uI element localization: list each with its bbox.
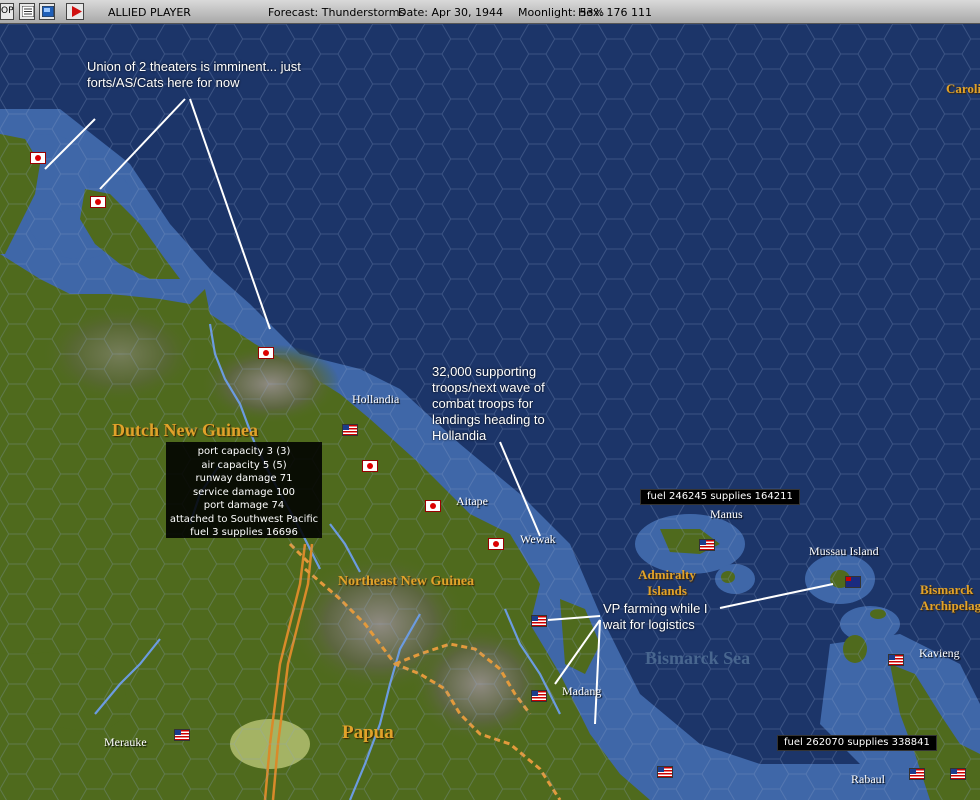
japanese-unit-flag-icon[interactable]	[488, 538, 504, 550]
top-toolbar: OP ALLIED PLAYER Forecast: Thunderstorms…	[0, 0, 980, 24]
place-label-manus[interactable]: Manus	[710, 507, 743, 522]
place-label-mussau-island[interactable]: Mussau Island	[809, 544, 879, 559]
tooltip-line: air capacity 5 (5)	[201, 459, 287, 471]
japanese-unit-flag-icon[interactable]	[362, 460, 378, 472]
allied-unit-flag-icon[interactable]	[699, 539, 715, 551]
place-label-aitape[interactable]: Aitape	[456, 494, 488, 509]
allied-unit-flag-icon[interactable]	[531, 615, 547, 627]
rabaul-supply-info: fuel 262070 supplies 338841	[777, 735, 937, 751]
allied-unit-flag-icon[interactable]	[174, 729, 190, 741]
tooltip-line: fuel 3 supplies 16696	[190, 527, 298, 538]
place-label-hollandia[interactable]: Hollandia	[352, 392, 399, 407]
list-view-icon[interactable]	[19, 3, 35, 20]
allied-unit-flag-icon[interactable]	[657, 766, 673, 778]
japanese-unit-flag-icon[interactable]	[90, 196, 106, 208]
game-window: OP ALLIED PLAYER Forecast: Thunderstorms…	[0, 0, 980, 800]
region-label-admiralty-islands: Admiralty Islands	[638, 567, 696, 598]
strategic-map[interactable]: Union of 2 theaters is imminent... just …	[0, 24, 980, 800]
allied-unit-flag-icon[interactable]	[888, 654, 904, 666]
allied-unit-flag-icon[interactable]	[342, 424, 358, 436]
tooltip-line: service damage 100	[192, 486, 296, 498]
manus-supply-info: fuel 246245 supplies 164211	[640, 489, 800, 505]
region-label-bismarck-archipelago: Bismarck Archipelago	[920, 582, 980, 613]
place-label-rabaul[interactable]: Rabaul	[851, 772, 885, 787]
australian-unit-flag-icon[interactable]	[845, 576, 861, 588]
end-turn-play-icon[interactable]	[66, 3, 84, 20]
tooltip-line: attached to Southwest Pacific	[169, 513, 319, 525]
tooltip-line: runway damage 71	[195, 473, 293, 484]
region-label-caroline: Caroline	[946, 81, 980, 96]
japanese-unit-flag-icon[interactable]	[425, 500, 441, 512]
tooltip-line: port capacity 3 (3)	[197, 446, 291, 457]
allied-unit-flag-icon[interactable]	[909, 768, 925, 780]
union-annotation: Union of 2 theaters is imminent... just …	[87, 59, 301, 90]
allied-unit-flag-icon[interactable]	[950, 768, 966, 780]
support-troops-annotation: 32,000 supporting troops/next wave of co…	[432, 364, 545, 443]
region-label-papua: Papua	[342, 722, 394, 743]
place-label-kavieng[interactable]: Kavieng	[919, 646, 960, 661]
place-label-merauke[interactable]: Merauke	[104, 735, 147, 750]
sea-label-bismarck-sea: Bismarck Sea	[645, 648, 751, 668]
weather-forecast: Forecast: Thunderstorms	[268, 6, 406, 19]
allied-unit-flag-icon[interactable]	[531, 690, 547, 702]
region-label-dutch-new-guinea: Dutch New Guinea	[112, 420, 259, 440]
game-date: Date: Apr 30, 1944	[398, 6, 504, 19]
japanese-unit-flag-icon[interactable]	[30, 152, 46, 164]
tooltip-line: port damage 74	[203, 500, 285, 511]
player-mode-title: ALLIED PLAYER	[108, 6, 191, 19]
base-info-tooltip: port capacity 3 (3) air capacity 5 (5) r…	[166, 442, 322, 538]
place-label-wewak[interactable]: Wewak	[520, 532, 556, 547]
map-window-icon[interactable]	[39, 3, 55, 20]
op-button[interactable]: OP	[0, 3, 14, 20]
hex-coordinate-readout: Hex: 176 111	[578, 6, 653, 19]
place-label-madang[interactable]: Madang	[562, 684, 601, 699]
region-label-northeast-new-guinea: Northeast New Guinea	[338, 574, 475, 589]
japanese-unit-flag-icon[interactable]	[258, 347, 274, 359]
vp-farming-annotation: VP farming while I wait for logistics	[603, 601, 708, 632]
